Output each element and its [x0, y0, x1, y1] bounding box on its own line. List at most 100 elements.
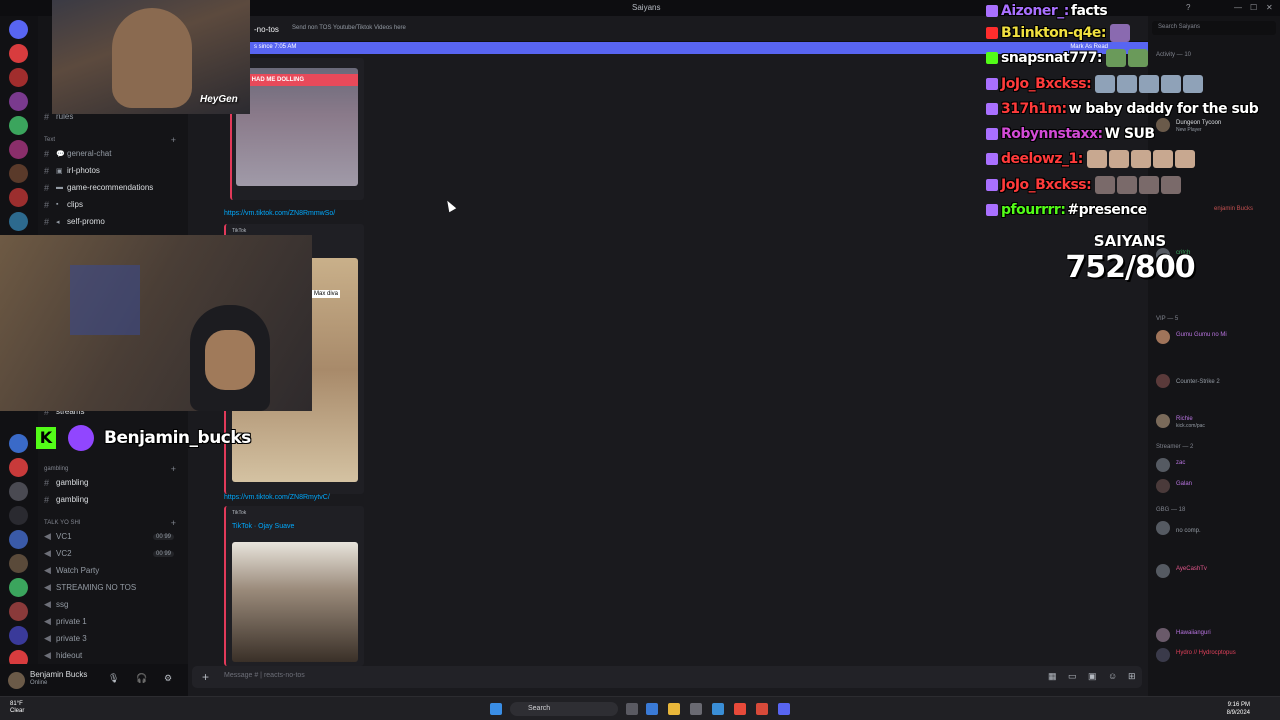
emote-group: [1106, 49, 1149, 67]
voice-channel-ssg[interactable]: ◀ ssg: [44, 597, 182, 612]
channel-game-recommendations[interactable]: # ▬ game-recommendations: [44, 180, 182, 195]
video-thumbnail[interactable]: [232, 542, 358, 662]
member-item[interactable]: Gumu Gumu no Mi: [1154, 328, 1276, 346]
speaker-icon: ◀: [44, 565, 51, 575]
sticker-icon[interactable]: ▣: [1088, 671, 1097, 682]
server-icon[interactable]: [9, 140, 28, 159]
member-item[interactable]: Counter-Strike 2: [1154, 372, 1276, 390]
emoji-icon[interactable]: ☺: [1108, 671, 1117, 681]
server-icon[interactable]: [9, 626, 28, 645]
start-icon[interactable]: [490, 703, 502, 715]
channel-clips[interactable]: # ▪ clips: [44, 197, 182, 212]
webcam-top: HeyGen: [52, 0, 250, 114]
voice-channel-hideout[interactable]: ◀ hideout: [44, 648, 182, 663]
server-icon[interactable]: [9, 92, 28, 111]
voice-channel-private-1[interactable]: ◀ private 1: [44, 614, 182, 629]
server-icon[interactable]: [9, 68, 28, 87]
chat-user: B1inkton-q4e:: [1001, 25, 1106, 41]
server-icon[interactable]: [9, 116, 28, 135]
message-input[interactable]: Message # | reacts-no-tos: [224, 672, 305, 679]
category-label: Text: [44, 136, 56, 143]
category-text[interactable]: Text +: [44, 132, 182, 147]
emote-group: [1095, 75, 1204, 93]
server-icon[interactable]: [9, 578, 28, 597]
camera-icon: ▣: [56, 167, 63, 175]
hash-icon: #: [44, 199, 50, 210]
edge-icon[interactable]: [646, 703, 658, 715]
member-item[interactable]: Hawaiianguri: [1154, 626, 1276, 644]
member-item[interactable]: Richie kick.com/pac: [1154, 412, 1276, 430]
channel-gambling[interactable]: # gambling: [44, 475, 182, 490]
new-messages-text: s since 7:05 AM: [254, 44, 297, 50]
member-item[interactable]: Galan: [1154, 477, 1276, 495]
channel-self-promo[interactable]: # ◂ self-promo: [44, 214, 182, 229]
system-clock[interactable]: 9:16 PM 8/9/2024: [1227, 701, 1250, 717]
avatar[interactable]: [8, 672, 25, 689]
emote-group: [1086, 150, 1195, 168]
voice-channel-watch-party[interactable]: ◀ Watch Party: [44, 563, 182, 578]
server-icon[interactable]: [9, 212, 28, 231]
gear-icon[interactable]: ⚙: [164, 673, 172, 684]
channel-label: ssg: [56, 600, 69, 609]
embed-title[interactable]: TikTok · Ojay Suave: [232, 523, 294, 530]
chrome-icon[interactable]: [734, 703, 746, 715]
user-name[interactable]: Benjamin Bucks: [30, 670, 87, 679]
channel-label: private 1: [56, 617, 87, 626]
channel-gambling[interactable]: # gambling: [44, 492, 182, 507]
voice-channel-vc2[interactable]: ◀ VC2 00 99: [44, 546, 182, 561]
video-caption: Max diva: [312, 290, 341, 298]
server-icon[interactable]: [9, 434, 28, 453]
chat-user: Aizoner_:: [1001, 3, 1069, 19]
chat-message: #presence: [1067, 202, 1147, 218]
video-thumbnail[interactable]: HIS HAD ME DOLLING: [236, 68, 358, 186]
category-gambling[interactable]: gambling +: [44, 461, 182, 476]
member-item[interactable]: no comp.: [1154, 519, 1276, 537]
chat-user: snapsnat777:: [1001, 50, 1103, 66]
voice-channel-vc1[interactable]: ◀ VC1 00 99: [44, 529, 182, 544]
hash-icon: #: [44, 148, 50, 159]
user-panel: Benjamin Bucks Online 🎙 🎧 ⚙: [0, 664, 188, 696]
apps-icon[interactable]: ⊞: [1128, 671, 1136, 682]
home-server-icon[interactable]: [9, 20, 28, 39]
member-item[interactable]: Hydro // Hydrocptopus: [1154, 646, 1276, 664]
tiktok-link[interactable]: https://vm.tiktok.com/ZN8RmytvC/: [224, 494, 330, 501]
voice-channel-private-3[interactable]: ◀ private 3: [44, 631, 182, 646]
gift-icon[interactable]: ▦: [1048, 671, 1057, 682]
server-icon[interactable]: [9, 458, 28, 477]
add-channel-icon[interactable]: +: [171, 464, 176, 474]
sub-badge-icon: [986, 204, 998, 216]
gamepad-icon: ▬: [56, 184, 63, 191]
channel-irl-photos[interactable]: # ▣ irl-photos: [44, 163, 182, 178]
server-icon[interactable]: [9, 188, 28, 207]
member-name: AyeCashTv: [1176, 566, 1207, 572]
server-icon[interactable]: [9, 602, 28, 621]
server-icon[interactable]: [9, 44, 28, 63]
member-item[interactable]: AyeCashTv: [1154, 562, 1276, 580]
add-channel-icon[interactable]: +: [171, 135, 176, 145]
tiktok-link[interactable]: https://vm.tiktok.com/ZN8RmmwSo/: [224, 210, 335, 217]
settings-icon[interactable]: [690, 703, 702, 715]
category-voice[interactable]: TALK YO SHI +: [44, 515, 182, 530]
chat-line: JoJo_Bxckss:: [986, 73, 1204, 95]
folder-icon[interactable]: [668, 703, 680, 715]
server-icon[interactable]: [9, 164, 28, 183]
server-icon[interactable]: [9, 554, 28, 573]
taskbar-search[interactable]: Search: [510, 702, 618, 716]
member-item[interactable]: zac: [1154, 456, 1276, 474]
app-icon[interactable]: [712, 703, 724, 715]
microphone-icon[interactable]: 🎙: [108, 673, 119, 684]
server-icon[interactable]: [9, 506, 28, 525]
channel-general-chat[interactable]: # 💬 general-chat: [44, 146, 182, 161]
discord-icon[interactable]: [778, 703, 790, 715]
app-icon[interactable]: [756, 703, 768, 715]
add-channel-icon[interactable]: +: [171, 518, 176, 528]
hash-icon: #: [44, 182, 50, 193]
voice-channel-streaming-no-tos[interactable]: ◀ STREAMING NO TOS: [44, 580, 182, 595]
server-icon[interactable]: [9, 482, 28, 501]
task-view-icon[interactable]: [626, 703, 638, 715]
attach-plus-icon[interactable]: +: [202, 670, 209, 684]
gif-icon[interactable]: ▭: [1068, 671, 1077, 682]
server-icon[interactable]: [9, 530, 28, 549]
headphones-icon[interactable]: 🎧: [136, 673, 147, 684]
weather-widget[interactable]: 81°F Clear: [10, 701, 24, 715]
